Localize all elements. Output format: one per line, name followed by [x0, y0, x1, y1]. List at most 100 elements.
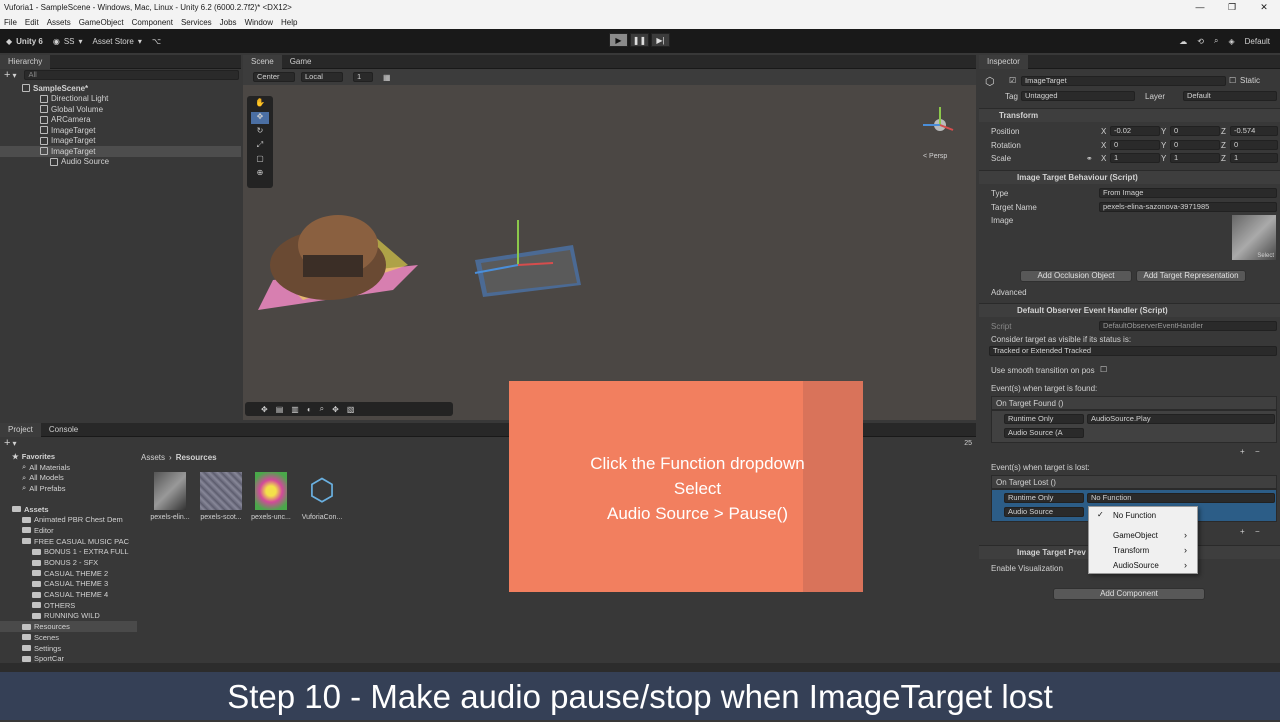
chevron-down-icon[interactable]: ▾: [12, 71, 16, 80]
found-function-dropdown[interactable]: AudioSource.Play: [1087, 414, 1275, 424]
lost-function-dropdown[interactable]: No Function: [1087, 493, 1275, 503]
folder-item[interactable]: CASUAL THEME 2: [0, 568, 137, 579]
smooth-checkbox[interactable]: ☐: [1100, 365, 1107, 374]
minimize-icon[interactable]: —: [1184, 2, 1216, 13]
rotation-z-field[interactable]: 0: [1230, 140, 1278, 150]
image-thumbnail[interactable]: Select: [1232, 215, 1276, 260]
scale-y-field[interactable]: 1: [1170, 153, 1220, 163]
static-checkbox[interactable]: ☐: [1229, 76, 1236, 85]
folder-item[interactable]: Editor: [0, 525, 137, 536]
folder-item[interactable]: BONUS 1 - EXTRA FULL: [0, 547, 137, 558]
transform-header[interactable]: Transform: [979, 108, 1280, 122]
scale-x-field[interactable]: 1: [1110, 153, 1160, 163]
type-dropdown[interactable]: From Image: [1099, 188, 1277, 198]
folder-item[interactable]: OTHERS: [0, 600, 137, 611]
overlay-tool-icon[interactable]: ◐: [307, 405, 312, 414]
add-occlusion-button[interactable]: Add Occlusion Object: [1020, 270, 1132, 282]
favorite-item[interactable]: ⌕ All Prefabs: [0, 483, 137, 494]
found-object-field[interactable]: Audio Source (A: [1004, 428, 1084, 438]
observer-event-handler-header[interactable]: Default Observer Event Handler (Script): [979, 303, 1280, 317]
found-runtime-dropdown[interactable]: Runtime Only: [1004, 414, 1084, 424]
asset-item[interactable]: pexels-scot...: [195, 472, 247, 521]
layer-dropdown[interactable]: Default: [1183, 91, 1277, 101]
add-icon[interactable]: +: [4, 437, 10, 449]
snap-value-input[interactable]: 1: [353, 72, 373, 82]
favorite-item[interactable]: ⌕ All Materials: [0, 462, 137, 473]
target-name-field[interactable]: pexels-elina-sazonova-3971985: [1099, 202, 1277, 212]
hierarchy-item[interactable]: Audio Source: [0, 157, 241, 168]
object-name-input[interactable]: ImageTarget: [1021, 76, 1226, 86]
consider-dropdown[interactable]: Tracked or Extended Tracked: [989, 346, 1277, 356]
link-icon[interactable]: ⚭: [1086, 154, 1093, 163]
tab-inspector[interactable]: Inspector: [979, 54, 1028, 69]
chevron-down-icon[interactable]: ▾: [138, 37, 142, 46]
maximize-icon[interactable]: ❐: [1216, 2, 1248, 13]
version-control-icon[interactable]: ⌥: [152, 37, 161, 46]
menu-assets[interactable]: Assets: [47, 18, 71, 27]
hierarchy-item[interactable]: Directional Light: [0, 94, 241, 105]
hierarchy-search-input[interactable]: All: [24, 70, 240, 80]
folder-item[interactable]: FREE CASUAL MUSIC PAC: [0, 536, 137, 547]
add-icon[interactable]: +: [4, 69, 10, 81]
account-icon[interactable]: ◉: [53, 37, 60, 46]
scene-viewport[interactable]: [243, 85, 976, 420]
scale-z-field[interactable]: 1: [1230, 153, 1278, 163]
remove-event-icon[interactable]: −: [1255, 527, 1260, 536]
history-icon[interactable]: ⟲: [1197, 37, 1204, 46]
tab-hierarchy[interactable]: Hierarchy: [0, 54, 51, 69]
tab-project[interactable]: Project: [0, 422, 41, 437]
cloud-icon[interactable]: ☁: [1179, 37, 1187, 46]
position-z-field[interactable]: -0.574: [1230, 126, 1278, 136]
layers-icon[interactable]: ◈: [1228, 37, 1234, 46]
rotation-y-field[interactable]: 0: [1170, 140, 1220, 150]
close-icon[interactable]: ✕: [1248, 2, 1280, 13]
persp-label[interactable]: < Persp: [923, 153, 947, 160]
add-event-icon[interactable]: +: [1240, 447, 1245, 456]
search-icon[interactable]: ⌕: [1214, 36, 1218, 46]
rotation-x-field[interactable]: 0: [1110, 140, 1160, 150]
menu-item-no-function[interactable]: No Function: [1113, 511, 1156, 520]
menu-file[interactable]: File: [4, 18, 17, 27]
menu-services[interactable]: Services: [181, 18, 212, 27]
menu-gameobject[interactable]: GameObject: [79, 18, 124, 27]
overlay-tool-icon[interactable]: ✥: [261, 405, 268, 414]
position-x-field[interactable]: -0.02: [1110, 126, 1160, 136]
hierarchy-item[interactable]: ImageTarget: [0, 136, 241, 147]
position-y-field[interactable]: 0: [1170, 126, 1220, 136]
menu-item-audiosource[interactable]: AudioSource: [1113, 561, 1159, 570]
breadcrumb-resources[interactable]: Resources: [176, 453, 217, 462]
gizmo-icon[interactable]: [923, 107, 954, 131]
hierarchy-item[interactable]: ARCamera: [0, 115, 241, 126]
pause-button[interactable]: ❚❚: [630, 33, 649, 47]
folder-item[interactable]: Settings: [0, 643, 137, 654]
folder-item[interactable]: RUNNING WILD: [0, 611, 137, 622]
hierarchy-item[interactable]: Global Volume: [0, 104, 241, 115]
overlay-tool-icon[interactable]: ⌕: [320, 404, 324, 414]
folder-item[interactable]: Scenes: [0, 632, 137, 643]
folder-item[interactable]: BONUS 2 - SFX: [0, 557, 137, 568]
hierarchy-item-selected[interactable]: ImageTarget: [0, 146, 241, 157]
add-representation-button[interactable]: Add Target Representation: [1136, 270, 1246, 282]
lost-object-field[interactable]: Audio Source: [1004, 507, 1084, 517]
asset-store-button[interactable]: Asset Store: [93, 37, 134, 46]
space-dropdown[interactable]: Local: [301, 72, 343, 82]
overlay-tool-icon[interactable]: ✥: [332, 405, 339, 414]
tab-game[interactable]: Game: [282, 55, 320, 69]
account-button[interactable]: SS: [64, 37, 75, 46]
image-target-behaviour-header[interactable]: Image Target Behaviour (Script): [979, 170, 1280, 184]
unity-version-button[interactable]: Unity 6: [16, 37, 43, 46]
folder-item[interactable]: Animated PBR Chest Dem: [0, 514, 137, 525]
overlay-tool-icon[interactable]: ▤: [276, 405, 284, 414]
menu-edit[interactable]: Edit: [25, 18, 39, 27]
favorites-header[interactable]: ★ Favorites: [0, 451, 137, 462]
image-target-quad[interactable]: [474, 220, 581, 297]
menu-help[interactable]: Help: [281, 18, 297, 27]
chevron-down-icon[interactable]: ▾: [12, 439, 16, 448]
asset-item[interactable]: ⬡ VuforiaCon...: [296, 472, 348, 521]
favorite-item[interactable]: ⌕ All Models: [0, 472, 137, 483]
breadcrumb-assets[interactable]: Assets: [141, 453, 165, 462]
overlay-tool-icon[interactable]: ▧: [347, 405, 355, 414]
layout-dropdown[interactable]: Default: [1245, 37, 1270, 46]
hierarchy-item[interactable]: ImageTarget: [0, 125, 241, 136]
menu-component[interactable]: Component: [132, 18, 173, 27]
